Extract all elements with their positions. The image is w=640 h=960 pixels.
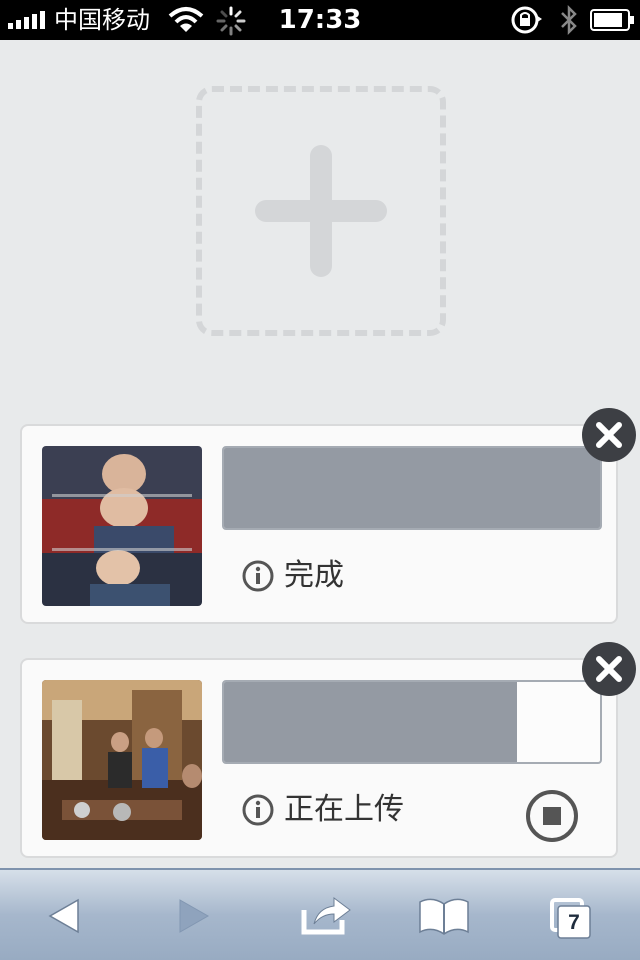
bluetooth-icon xyxy=(561,4,577,36)
bookmarks-icon xyxy=(419,898,469,935)
upload-progress-fill xyxy=(224,682,518,762)
thumbnail-image[interactable] xyxy=(42,680,202,840)
battery-icon xyxy=(590,9,634,31)
upload-status: 正在上传 xyxy=(284,792,404,827)
plus-icon xyxy=(255,145,387,277)
remove-upload-button[interactable] xyxy=(582,642,636,696)
forward-icon xyxy=(179,899,210,933)
clock: 17:33 xyxy=(278,5,362,35)
rotation-lock-icon xyxy=(511,6,542,34)
browser-toolbar xyxy=(0,868,640,960)
tabs-count: 7 xyxy=(568,911,580,934)
remove-upload-button[interactable] xyxy=(582,408,636,462)
share-button[interactable] xyxy=(296,888,356,944)
info-icon xyxy=(242,794,274,826)
back-button[interactable] xyxy=(36,888,96,944)
upload-item: 正在上传 xyxy=(20,658,618,858)
upload-status: 完成 xyxy=(284,558,344,593)
close-icon xyxy=(596,656,622,682)
upload-progress-fill xyxy=(224,448,600,528)
back-icon xyxy=(48,898,79,934)
close-icon xyxy=(596,422,622,448)
info-icon xyxy=(242,560,274,592)
upload-progress-bar xyxy=(222,446,602,530)
bookmarks-button[interactable] xyxy=(414,888,474,944)
upload-progress-bar xyxy=(222,680,602,764)
status-bar: 中国移动 17:33 xyxy=(0,0,640,40)
share-icon xyxy=(301,897,351,935)
add-photo-button[interactable] xyxy=(196,86,446,336)
stop-icon[interactable] xyxy=(524,788,580,844)
thumbnail-image[interactable] xyxy=(42,446,202,606)
upload-item: 完成 xyxy=(20,424,618,624)
forward-button[interactable] xyxy=(164,888,224,944)
